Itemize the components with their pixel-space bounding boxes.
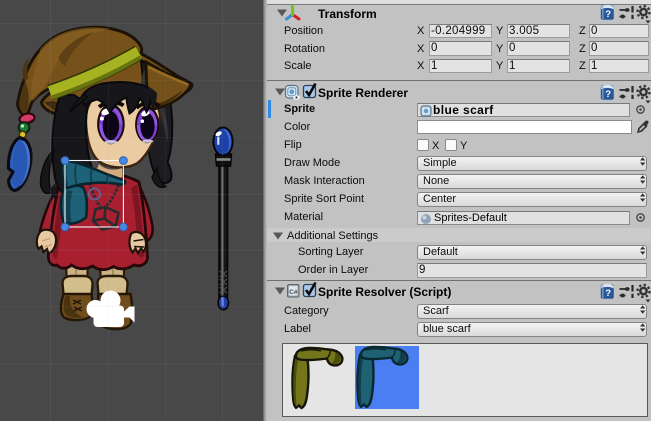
svg-text:?: ?: [605, 89, 611, 100]
svg-text:C#: C#: [289, 289, 298, 296]
svg-text:?: ?: [605, 288, 611, 299]
svg-text:?: ?: [605, 9, 611, 20]
